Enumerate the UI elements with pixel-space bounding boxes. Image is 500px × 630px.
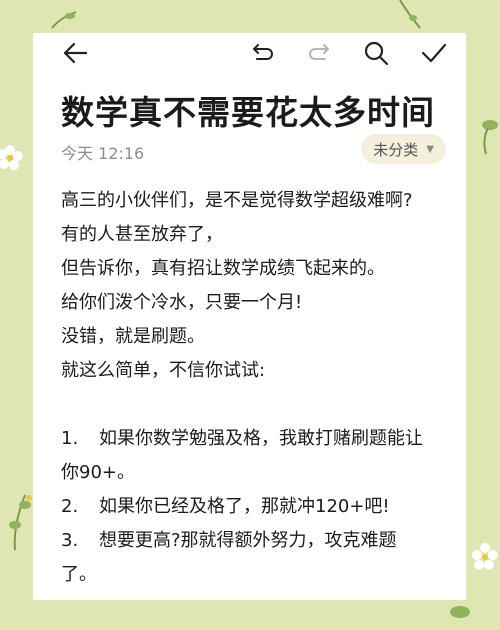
list-item-text: 如果你数学勉强及格，我敢打赌刷题能让 (99, 428, 423, 449)
leaf-decoration-icon (9, 494, 32, 550)
list-item-continuation: 你90+。 (61, 462, 135, 483)
list-item-number: 1. (61, 428, 79, 449)
note-card: 数学真不需要花太多时间 今天 12:16 未分类 ▼ 高三的小伙伴们，是不是觉得… (33, 33, 466, 600)
confirm-button[interactable] (420, 39, 448, 67)
list-item-text: 想要更高?那就得额外努力，攻克难题 (99, 530, 397, 551)
flower-decoration-icon (472, 543, 498, 570)
search-button[interactable] (362, 39, 390, 67)
body-line: 但告诉你，真有招让数学成绩飞起来的。 (61, 258, 385, 279)
category-label: 未分类 (373, 140, 419, 159)
leaf-decoration-icon (482, 120, 498, 155)
chevron-down-icon: ▼ (426, 143, 434, 155)
undo-icon (253, 44, 273, 60)
checkmark-icon (421, 43, 447, 63)
list-item-number: 3. (61, 530, 79, 551)
back-button[interactable] (61, 39, 89, 67)
list-item: 1. 如果你数学勉强及格，我敢打赌刷题能让 (61, 422, 461, 456)
note-title[interactable]: 数学真不需要花太多时间 (61, 86, 435, 134)
body-line: 就这么简单，不信你试试: (61, 360, 266, 381)
list-item-text: 如果你已经及格了，那就冲120+吧! (99, 496, 390, 517)
editor-toolbar (33, 33, 466, 73)
search-icon (364, 41, 389, 66)
leaf-decoration-icon (399, 0, 421, 29)
category-selector[interactable]: 未分类 ▼ (361, 134, 446, 164)
body-line: 高三的小伙伴们，是不是觉得数学超级难啊? (61, 190, 413, 211)
body-line: 有的人甚至放弃了， (61, 224, 223, 245)
body-line: 给你们泼个冷水，只要一个月! (61, 292, 303, 313)
note-date: 今天 12:16 (61, 144, 145, 163)
list-item-continuation: 了。 (61, 564, 97, 585)
back-arrow-icon (63, 42, 88, 64)
list-item: 3. 想要更高?那就得额外努力，攻克难题 (61, 524, 461, 558)
note-body[interactable]: 高三的小伙伴们，是不是觉得数学超级难啊? 有的人甚至放弃了， 但告诉你，真有招让… (61, 184, 461, 592)
flower-decoration-icon (0, 145, 23, 170)
list-item: 2. 如果你已经及格了，那就冲120+吧! (61, 490, 461, 524)
redo-icon (309, 44, 329, 60)
body-line: 没错，就是刷题。 (61, 326, 205, 347)
undo-button[interactable] (249, 39, 277, 67)
list-item-number: 2. (61, 496, 79, 517)
leaf-decoration-icon (51, 11, 77, 29)
leaf-decoration-icon (450, 606, 470, 618)
redo-button[interactable] (305, 39, 333, 67)
